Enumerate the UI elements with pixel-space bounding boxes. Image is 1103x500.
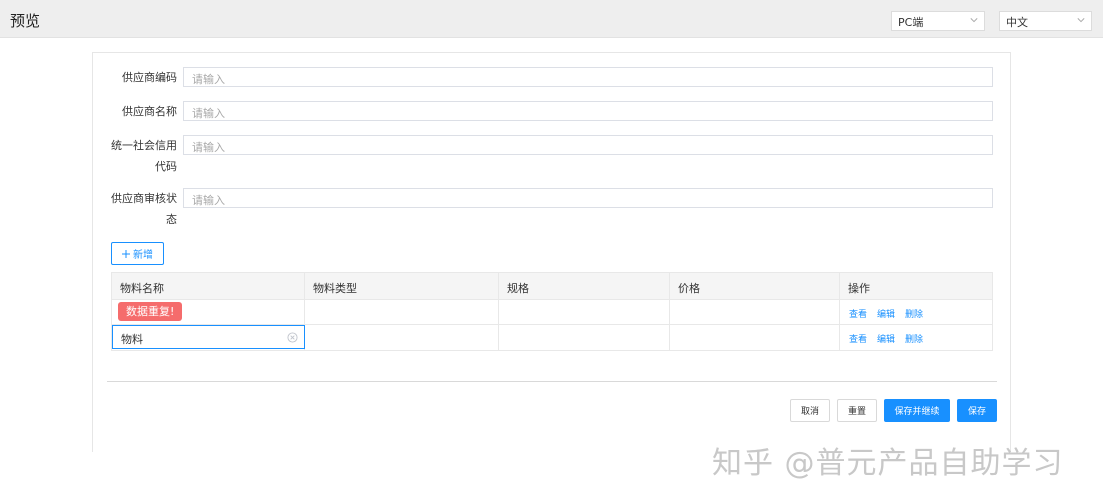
cancel-button[interactable]: 取消 <box>790 399 830 422</box>
delete-link[interactable]: 删除 <box>905 332 923 345</box>
column-header: 规格 <box>499 273 670 299</box>
material-type-cell <box>305 325 499 350</box>
price-cell <box>670 300 840 324</box>
chevron-down-icon <box>1077 18 1085 23</box>
plus-icon <box>122 249 130 258</box>
edit-link[interactable]: 编辑 <box>877 307 895 320</box>
supplier-name-input[interactable]: 请输入 <box>183 101 993 121</box>
column-header: 价格 <box>670 273 840 299</box>
spec-cell <box>499 300 670 324</box>
watermark-text: 知乎 @普元产品自助学习 <box>712 446 1064 481</box>
field-label: 供应商审核状态 <box>111 192 177 226</box>
language-select[interactable]: 中文 <box>999 11 1092 31</box>
field-label: 供应商名称 <box>122 105 177 118</box>
save-and-continue-button[interactable]: 保存并继续 <box>884 399 950 422</box>
reset-button[interactable]: 重置 <box>837 399 877 422</box>
field-label: 供应商编码 <box>122 71 177 84</box>
audit-status-input[interactable]: 请输入 <box>183 188 993 208</box>
material-name-cell: 数据重复! <box>112 300 305 324</box>
form-card: 供应商编码 请输入 供应商名称 请输入 统一社会信用代码 请输入 供应商审核状态… <box>92 52 1011 452</box>
edit-link[interactable]: 编辑 <box>877 332 895 345</box>
credit-code-input[interactable]: 请输入 <box>183 135 993 155</box>
view-link[interactable]: 查看 <box>849 307 867 320</box>
view-link[interactable]: 查看 <box>849 332 867 345</box>
material-name-input[interactable]: 物料 <box>112 325 305 349</box>
language-select-value: 中文 <box>1006 16 1028 29</box>
material-name-value: 物料 <box>121 333 143 346</box>
duplicate-error-tag: 数据重复! <box>118 302 183 321</box>
material-name-cell: 物料 <box>112 325 305 350</box>
delete-link[interactable]: 删除 <box>905 307 923 320</box>
column-header: 物料类型 <box>305 273 499 299</box>
page-title: 预览 <box>10 12 41 30</box>
material-type-cell <box>305 300 499 324</box>
spec-cell <box>499 325 670 350</box>
column-header: 操作 <box>848 282 870 295</box>
price-cell <box>670 325 840 350</box>
platform-select[interactable]: PC端 <box>891 11 985 31</box>
clear-circle-icon[interactable] <box>287 332 298 343</box>
divider <box>107 381 997 382</box>
table-row: 物料 查看 编辑 删除 <box>112 325 992 350</box>
supplier-code-input[interactable]: 请输入 <box>183 67 993 87</box>
field-label: 统一社会信用代码 <box>111 139 177 173</box>
platform-select-value: PC端 <box>898 16 924 29</box>
table-row: 数据重复! 查看 编辑 删除 <box>112 300 992 325</box>
material-table: 物料名称 物料类型 规格 价格 操作 数据重复! 查看 编辑 删除 物料 查看 … <box>111 272 993 351</box>
column-header: 物料名称 <box>112 273 305 299</box>
top-bar: 预览 PC端 中文 <box>0 0 1103 38</box>
add-row-label: 新增 <box>133 250 153 261</box>
actions-cell: 查看 编辑 删除 <box>840 300 992 324</box>
table-header: 物料名称 物料类型 规格 价格 操作 <box>112 273 992 300</box>
add-row-button[interactable]: 新增 <box>111 242 164 265</box>
save-button[interactable]: 保存 <box>957 399 997 422</box>
actions-cell: 查看 编辑 删除 <box>840 325 992 350</box>
chevron-down-icon <box>970 18 978 23</box>
